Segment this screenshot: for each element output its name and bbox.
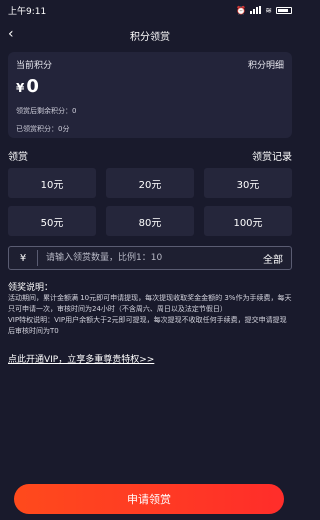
points-value: 0: [26, 76, 39, 97]
wifi-icon: ≋: [265, 5, 272, 15]
currency-symbol: ¥: [16, 81, 25, 95]
claimed-points: 已领赏积分：0分: [16, 125, 70, 133]
amount-option-10[interactable]: 10元: [8, 168, 96, 198]
amount-option-50[interactable]: 50元: [8, 206, 96, 236]
claim-section-title: 领赏: [8, 152, 28, 163]
apply-claim-button[interactable]: 申请领赏: [14, 484, 284, 514]
amount-option-20[interactable]: 20元: [106, 168, 194, 198]
points-detail-link[interactable]: 积分明细: [248, 58, 284, 71]
current-points-label: 当前积分: [16, 61, 53, 71]
page-title: 积分领赏: [130, 31, 170, 43]
alarm-icon: ⏰: [236, 5, 247, 15]
input-currency-symbol: ¥: [19, 252, 27, 264]
points-card: 当前积分 积分明细 ¥ 0 领赏后剩余积分：0 已领赏积分：0分: [8, 52, 292, 138]
claim-records-link[interactable]: 领赏记录: [252, 148, 292, 163]
status-icons: ⏰ ≋: [236, 6, 292, 15]
amount-option-30[interactable]: 30元: [204, 168, 292, 198]
rules-text: 活动期间，累计金额满 10元即可申请提现，每次提现收取奖金金额的 3%作为手续费…: [8, 294, 292, 335]
battery-icon: [276, 6, 292, 14]
claim-all-button[interactable]: 全部: [255, 251, 291, 266]
back-chevron-icon[interactable]: ‹: [8, 26, 14, 42]
amount-option-80[interactable]: 80元: [106, 206, 194, 236]
amount-option-100[interactable]: 100元: [204, 206, 292, 236]
claim-amount-input[interactable]: [38, 247, 255, 269]
points-amount: ¥ 0: [16, 76, 39, 97]
amount-options: 10元 20元 30元 50元 80元 100元: [8, 168, 292, 236]
remaining-points: 领赏后剩余积分：0: [16, 107, 77, 115]
claim-amount-row: ¥ 全部: [8, 246, 292, 270]
nav-bar: ‹ 积分领赏: [0, 22, 300, 48]
rules-title: 领奖说明：: [8, 283, 54, 293]
vip-upgrade-link[interactable]: 点此开通VIP，立享多重尊贵特权>>: [8, 352, 154, 365]
signal-icon: [250, 6, 262, 14]
status-time: 上午9:11: [8, 6, 47, 17]
status-bar: 上午9:11 ⏰ ≋: [0, 0, 300, 20]
